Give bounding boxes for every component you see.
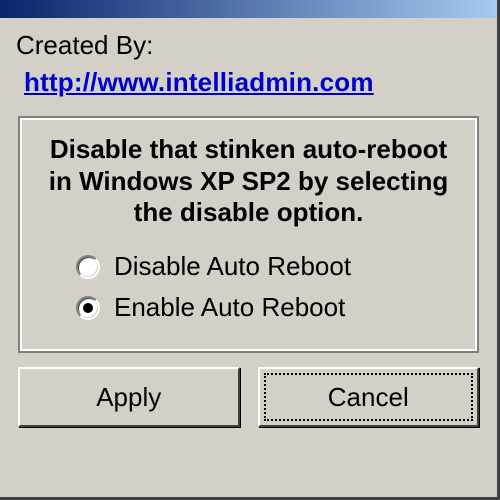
radio-icon bbox=[76, 296, 100, 320]
radio-enable-auto-reboot[interactable]: Enable Auto Reboot bbox=[76, 292, 465, 323]
button-label: Cancel bbox=[328, 382, 409, 413]
options-groupbox: Disable that stinken auto-reboot in Wind… bbox=[18, 116, 479, 353]
cancel-button[interactable]: Cancel bbox=[258, 367, 480, 427]
title-bar bbox=[0, 0, 497, 18]
dialog-window: Created By: http://www.intelliadmin.com … bbox=[0, 0, 500, 500]
author-link[interactable]: http://www.intelliadmin.com bbox=[24, 67, 481, 98]
apply-button[interactable]: Apply bbox=[18, 367, 240, 427]
dialog-body: Created By: http://www.intelliadmin.com … bbox=[0, 18, 497, 497]
radio-dot-icon bbox=[83, 303, 93, 313]
radio-disable-auto-reboot[interactable]: Disable Auto Reboot bbox=[76, 251, 465, 282]
radio-label: Enable Auto Reboot bbox=[114, 292, 345, 323]
button-label: Apply bbox=[96, 382, 161, 413]
radio-label: Disable Auto Reboot bbox=[114, 251, 351, 282]
radio-icon bbox=[76, 255, 100, 279]
button-row: Apply Cancel bbox=[18, 367, 479, 427]
created-by-label: Created By: bbox=[16, 30, 481, 61]
groupbox-heading: Disable that stinken auto-reboot in Wind… bbox=[38, 134, 459, 229]
